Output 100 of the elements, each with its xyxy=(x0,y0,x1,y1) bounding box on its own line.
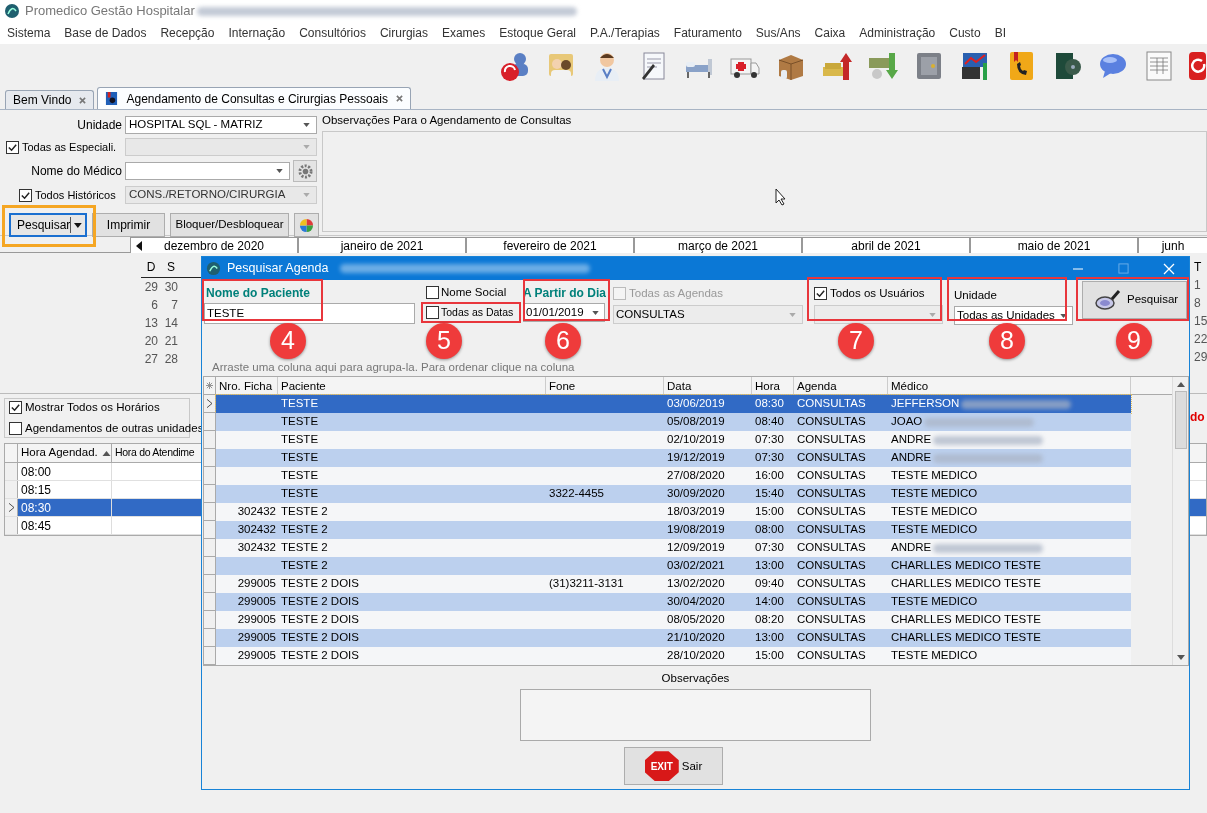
table-cell-text: CONSULTAS xyxy=(797,486,866,502)
status-note: do xyxy=(1190,409,1206,426)
step-badge: 7 xyxy=(838,323,874,359)
table-cell-text: JOAO xyxy=(891,414,923,430)
table-cell-text: TESTE MEDICO xyxy=(891,504,978,520)
table-cell-text: TESTE xyxy=(281,468,319,484)
table-cell-text: TESTE 2 DOIS xyxy=(281,594,359,610)
table-cell: 08:45 xyxy=(18,517,112,534)
table-cell-text: ANDRE xyxy=(891,432,932,448)
table-cell-text: TESTE xyxy=(281,486,319,502)
table-cell-text: 28/10/2020 xyxy=(667,648,725,664)
field-label: Nome do Médico xyxy=(30,163,123,180)
table-cell-text: 27/08/2020 xyxy=(667,468,725,484)
table-cell-text: CONSULTAS xyxy=(797,540,866,556)
window-title: Promedico Gestão Hospitalar xyxy=(25,2,195,21)
table-cell-text: TESTE 2 DOIS xyxy=(281,630,359,646)
month-header: dezembro de 2020 xyxy=(130,237,298,253)
panel-label: Observações xyxy=(661,671,730,686)
table-cell-text: 12/09/2019 xyxy=(667,540,725,556)
table-cell-text: 19/08/2019 xyxy=(667,522,725,538)
table-cell-text: 13/02/2020 xyxy=(667,576,725,592)
table-cell-text: 08:40 xyxy=(755,414,784,430)
weekday-label: D xyxy=(145,259,157,276)
table-cell-text: 30/09/2020 xyxy=(667,486,725,502)
field-label: Unidade xyxy=(76,117,123,134)
table-cell: 08:30 xyxy=(18,499,112,516)
table-cell-text: CONSULTAS xyxy=(797,432,866,448)
table-cell-text: 15:00 xyxy=(755,504,784,520)
table-cell-text: 299005 xyxy=(237,612,276,628)
table-cell-text: 3322-4455 xyxy=(549,486,604,502)
table-cell-text: TESTE xyxy=(281,450,319,466)
table-cell-text: 18/03/2019 xyxy=(667,504,725,520)
month-header: abril de 2021 xyxy=(802,237,970,253)
table-cell-text: TESTE MEDICO xyxy=(891,468,978,484)
table-cell-text: 299005 xyxy=(237,648,276,664)
tab-label: Agendamento de Consultas e Cirurgias Pessoais xyxy=(126,90,388,108)
table-cell-text: 19/12/2019 xyxy=(667,450,725,466)
table-cell-text: CONSULTAS xyxy=(797,630,866,646)
checkbox-label: Todas as Datas xyxy=(441,306,514,319)
table-cell-text: 15:00 xyxy=(755,648,784,664)
table-cell-text: CONSULTAS xyxy=(797,450,866,466)
weekday-label: S xyxy=(166,259,176,276)
table-cell-text: CONSULTAS xyxy=(797,468,866,484)
table-cell: 08:00 xyxy=(18,463,112,480)
table-cell-text: CONSULTAS xyxy=(797,414,866,430)
checkbox-label: Todas as Agendas xyxy=(629,286,723,301)
table-cell-text: TESTE 2 xyxy=(281,558,328,574)
table-cell-text: CONSULTAS xyxy=(797,396,866,412)
table-cell-text: JEFFERSON xyxy=(891,396,960,412)
table-cell-text: TESTE xyxy=(281,396,319,412)
table-cell-text: 16:00 xyxy=(755,468,784,484)
month-header: março de 2021 xyxy=(634,237,802,253)
table-cell-text: TESTE MEDICO xyxy=(891,486,978,502)
checkbox-label: Todos Históricos xyxy=(35,187,116,203)
table-cell-text: 08:00 xyxy=(755,522,784,538)
panel-label: Observações Para o Agendamento de Consultas xyxy=(322,113,573,128)
table-cell-text: TESTE 2 xyxy=(281,540,328,556)
table-cell-text: TESTE xyxy=(281,432,319,448)
table-cell-text: 09:40 xyxy=(755,576,784,592)
table-cell-text: CONSULTAS xyxy=(797,522,866,538)
table-cell-text: CHARLLES MEDICO TESTE xyxy=(891,630,1041,646)
table-cell-text: 02/10/2019 xyxy=(667,432,725,448)
table-cell-text: TESTE 2 DOIS xyxy=(281,648,359,664)
field-label: Nome do Paciente xyxy=(205,285,312,302)
table-cell-text: 30/04/2020 xyxy=(667,594,725,610)
table-cell-text: 15:40 xyxy=(755,486,784,502)
table-cell-text: 08/05/2020 xyxy=(667,612,725,628)
table-cell-text: (31)3211-3131 xyxy=(549,576,624,592)
table-cell-text: 05/08/2019 xyxy=(667,414,725,430)
table-cell-text: 302432 xyxy=(237,504,276,520)
field-label: Unidade xyxy=(954,288,998,303)
table-cell-text: CONSULTAS xyxy=(797,612,866,628)
table-cell-text: 299005 xyxy=(237,594,276,610)
checkbox-label: Todos os Usuários xyxy=(830,286,925,301)
table-cell-text: 299005 xyxy=(237,576,276,592)
table-cell-text: 302432 xyxy=(237,540,276,556)
table-cell-text: CONSULTAS xyxy=(797,558,866,574)
table-cell-text: 07:30 xyxy=(755,450,784,466)
table-cell-text: CONSULTAS xyxy=(797,648,866,664)
table-cell-text: 08:20 xyxy=(755,612,784,628)
table-cell-text: TESTE 2 xyxy=(281,504,328,520)
table-cell-text: 299005 xyxy=(237,630,276,646)
step-badge: 5 xyxy=(426,323,462,359)
step-badge: 6 xyxy=(545,323,581,359)
table-cell: 08:15 xyxy=(18,481,112,498)
table-cell-text: TESTE MEDICO xyxy=(891,648,978,664)
table-cell-text: 21/10/2020 xyxy=(667,630,725,646)
month-header: junh xyxy=(1138,237,1207,253)
table-cell-text: 07:30 xyxy=(755,432,784,448)
table-cell-text: 03/06/2019 xyxy=(667,396,725,412)
dialog-title: Pesquisar Agenda xyxy=(227,260,329,278)
checkbox-label: Todas as Especiali. xyxy=(22,139,117,155)
exit-sign: EXIT xyxy=(644,751,679,782)
table-cell-text: CONSULTAS xyxy=(797,594,866,610)
table-cell-text: TESTE MEDICO xyxy=(891,522,978,538)
table-cell-text: ANDRE xyxy=(891,450,932,466)
table-cell-text: 03/02/2021 xyxy=(667,558,725,574)
table-cell-text: ANDRE xyxy=(891,540,932,556)
table-cell-text: CHARLLES MEDICO TESTE xyxy=(891,576,1041,592)
table-cell-text: TESTE 2 DOIS xyxy=(281,612,359,628)
